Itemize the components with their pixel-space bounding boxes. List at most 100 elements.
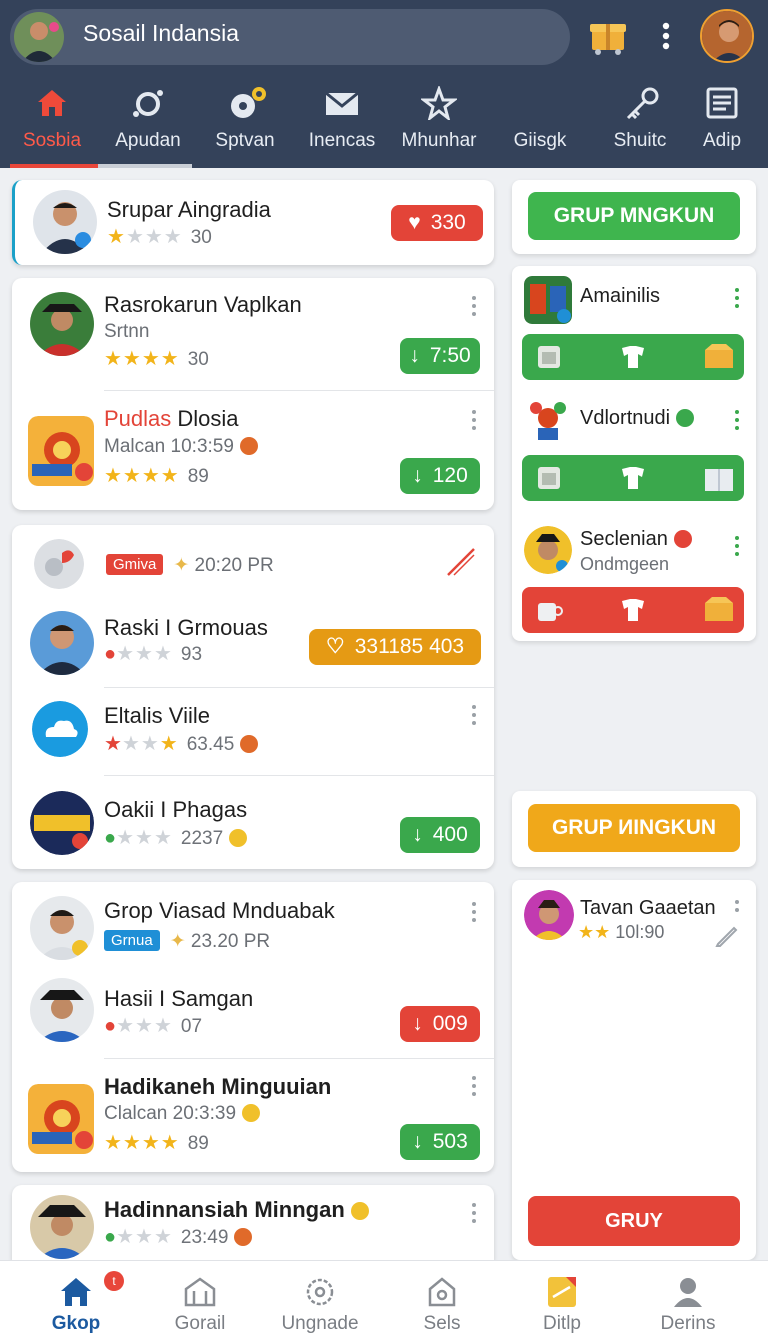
tab-apudan[interactable]: Apudan: [100, 78, 196, 168]
group-join-button-2[interactable]: GRUP ИINGKUN: [528, 804, 740, 852]
star-rating: ★★★★ 89: [104, 1132, 209, 1154]
note-icon: [544, 1275, 580, 1309]
house-outline-icon: [424, 1275, 460, 1309]
download-icon: ↓: [409, 344, 420, 367]
tab-label: Apudan: [115, 130, 181, 151]
feed-card-partial: Hadinnansiah Minngan ●★★★ 23:49: [12, 1185, 494, 1261]
member-actions-bar[interactable]: [522, 334, 744, 380]
edit-pencil-icon[interactable]: [444, 545, 478, 579]
more-vertical-icon[interactable]: [734, 536, 740, 556]
tab-label: Sosbia: [22, 130, 82, 151]
card-header-row: Gmiva ✦ 20:20 PR: [12, 525, 492, 601]
disc-icon: [227, 86, 266, 120]
cloud-avatar-icon: [32, 701, 88, 757]
list-item[interactable]: Hadikaneh Minguuian Clalcan 20:3:39 ★★★★…: [12, 1058, 492, 1172]
contact-subtitle: Srtnn: [104, 321, 150, 342]
nav-ditlp[interactable]: Ditlp: [498, 1261, 626, 1344]
category-tabs: Sosbia Apudan Sptvan Inencas Mhunhar Gii…: [0, 78, 768, 168]
avatar: [30, 611, 94, 675]
group-join-button[interactable]: GRUP MNGKUN: [528, 192, 740, 240]
game-thumbnail: [30, 791, 94, 855]
member-actions-bar[interactable]: [522, 587, 744, 633]
shield-badge-icon: [234, 1228, 253, 1246]
feed-card-featured[interactable]: Srupar Aingradia ★★★★ 30 ♥ 330: [12, 180, 494, 265]
heart-icon: ♥: [408, 211, 421, 234]
nav-label: Ditlp: [542, 1313, 581, 1334]
feed-card-list-a: Rasrokarun Vaplkan Srtnn ★★★★ 30 ↓ 7:50 Pu…: [12, 278, 494, 510]
edit-pencil-icon[interactable]: [714, 922, 740, 948]
member-actions-bar[interactable]: [522, 455, 744, 501]
tab-giisgk[interactable]: Giisgk: [492, 78, 588, 168]
list-item[interactable]: Raski I Grmouas ●★★★ 93 ♡ 331185 403: [12, 601, 492, 687]
list-item[interactable]: Pudlas Dlosia Malcan 10:3:59 ★★★★ 89 ↓ 120: [12, 390, 492, 510]
list-item[interactable]: Grop Viasad Mnduabak Grnua ✦ 23.20 PR: [12, 882, 492, 970]
more-vertical-icon[interactable]: [470, 410, 478, 430]
nav-label: Ungnade: [281, 1313, 359, 1334]
app-title: Sosail Indansia: [83, 20, 239, 46]
tab-sptvan[interactable]: Sptvan: [197, 78, 293, 168]
contact-name: Hadikaneh Minguuian: [104, 1074, 332, 1099]
download-count-button[interactable]: ↓ 009: [400, 1006, 480, 1042]
chat-meta: ★★ 10l:90: [578, 922, 665, 942]
nav-ungnade[interactable]: Ungnade: [256, 1261, 384, 1344]
more-vertical-icon[interactable]: [470, 296, 478, 316]
more-vertical-icon[interactable]: [470, 902, 478, 922]
box-icon: [705, 597, 733, 621]
home-icon: [34, 86, 70, 120]
tab-sosbia[interactable]: Sosbia: [4, 78, 100, 168]
heart-count-button[interactable]: ♡ 331185 403: [309, 629, 481, 665]
more-vertical-icon[interactable]: [734, 900, 740, 920]
tab-adip[interactable]: Adip: [674, 78, 768, 168]
gruy-button[interactable]: GRUY: [528, 1196, 740, 1246]
star-rating: ★★★★ 30: [107, 226, 212, 248]
nav-sels[interactable]: Sels: [378, 1261, 506, 1344]
download-count-button[interactable]: ↓ 120: [400, 458, 480, 494]
jar-icon: [538, 346, 560, 368]
more-vertical-icon[interactable]: [470, 705, 478, 725]
chat-avatar: [524, 890, 574, 940]
list-item[interactable]: Hadinnansiah Minngan ●★★★ 23:49: [12, 1185, 492, 1261]
tab-mhunhar[interactable]: Mhunhar: [391, 78, 487, 168]
list-item[interactable]: Eltalis Viile ★★★★ 63.45: [12, 687, 492, 775]
download-count-button[interactable]: ↓ 503: [400, 1124, 480, 1160]
star-rating: ●★★★ 2237: [104, 827, 248, 849]
contact-name: Eltalis Viile: [104, 703, 210, 728]
nav-gkop[interactable]: t Gkop: [12, 1261, 140, 1344]
list-item[interactable]: Oakii I Phagas ●★★★ 2237 ↓ 400: [12, 775, 492, 869]
game-thumbnail: [28, 416, 94, 486]
game-thumbnail: [28, 1084, 94, 1154]
more-vertical-icon[interactable]: [734, 288, 740, 308]
avatar: [30, 978, 94, 1042]
nav-derins[interactable]: Derins: [624, 1261, 752, 1344]
tab-inencas[interactable]: Inencas: [294, 78, 390, 168]
more-vertical-icon[interactable]: [470, 1203, 478, 1223]
shield-badge-icon: [673, 530, 692, 548]
group-avatar[interactable]: [14, 12, 64, 62]
bottom-navigation: t Gkop Gorail Ungnade Sels Ditlp Derins: [0, 1260, 768, 1344]
shirt-icon: [622, 346, 644, 368]
heart-count-button[interactable]: ♥ 330: [391, 205, 483, 241]
more-vertical-icon[interactable]: [654, 18, 678, 54]
member-avatar: [524, 526, 572, 574]
member-name: Seclenian: [580, 528, 692, 551]
document-icon: [704, 86, 740, 120]
star-rating: ●★★★ 93: [104, 643, 203, 665]
coin-badge-icon: [350, 1202, 369, 1220]
more-vertical-icon[interactable]: [470, 1076, 478, 1096]
group-button-box: GRUP MNGKUN: [512, 180, 756, 254]
top-bar: Sosail Indansia: [0, 0, 768, 74]
nav-label: Gorail: [174, 1313, 226, 1334]
profile-avatar[interactable]: [700, 9, 754, 63]
jar-icon: [538, 467, 560, 489]
nav-label: Gkop: [51, 1313, 101, 1334]
download-count-button[interactable]: ↓ 400: [400, 817, 480, 853]
avatar: [30, 896, 94, 960]
list-item[interactable]: Rasrokarun Vaplkan Srtnn ★★★★ 30 ↓ 7:50: [12, 278, 492, 390]
sparkle-icon: ✦: [169, 931, 186, 952]
mug-icon: [538, 603, 563, 621]
list-item[interactable]: Hasii I Samgan ●★★★ 07 ↓ 009: [12, 970, 492, 1058]
nav-gorail[interactable]: Gorail: [136, 1261, 264, 1344]
more-vertical-icon[interactable]: [734, 410, 740, 430]
gift-box-icon[interactable]: [588, 16, 628, 56]
download-count-button[interactable]: ↓ 7:50: [400, 338, 480, 374]
